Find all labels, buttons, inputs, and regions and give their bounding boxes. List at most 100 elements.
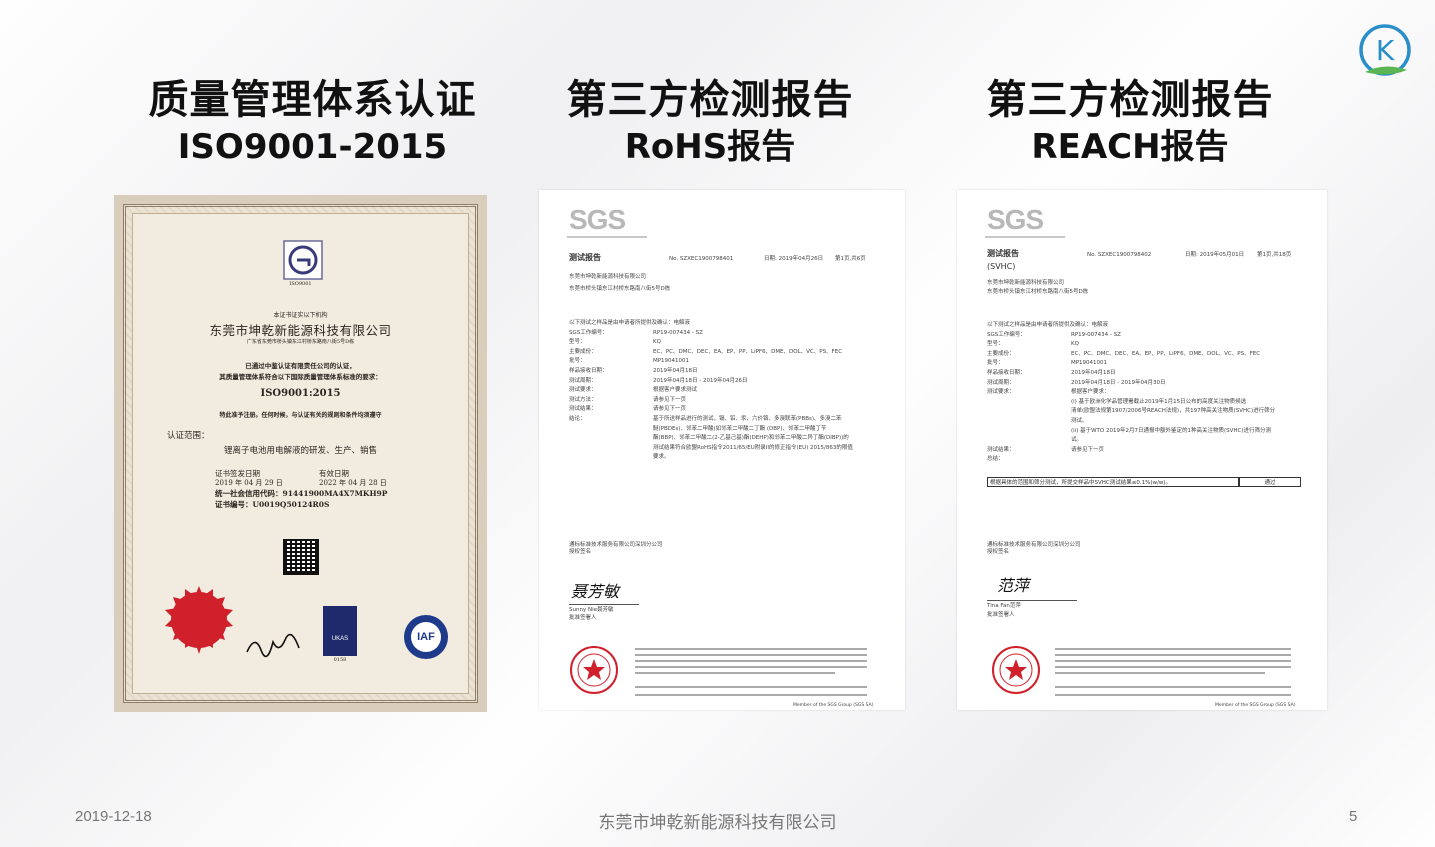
rohs-row-value: KQ [653, 339, 661, 346]
rohs-row-value: 2019年04月18日 [653, 368, 698, 374]
rohs-row-value: 基于所送样品进行的测试，镉、铅、汞、六价铬、多溴联苯(PBBs)、多溴二苯 [653, 416, 842, 422]
reach-summary-text: 根据具体的范围和筛分测试，所提交样品中SVHC测试结果≤0.1%(w/w)。 [987, 477, 1239, 487]
company-logo-icon: K [1359, 24, 1411, 76]
reach-subtitle: (SVHC) [987, 262, 1016, 271]
iso-certificate-image: ISO9001 本证书证实以下机构 东莞市坤乾新能源科技有限公司 广东省东莞市桥… [114, 195, 487, 712]
cert-scope: 锂离子电池用电解液的研发、生产、销售 [223, 446, 377, 456]
rohs-row-label: 测试要求： [569, 387, 597, 394]
rohs-row-label: 型号： [569, 339, 586, 346]
red-seal-icon [165, 586, 233, 654]
heading-reach-line2: REACH报告 [1031, 127, 1229, 167]
reach-fine-print-3 [1055, 660, 1291, 662]
reach-row-label: 测试周期： [987, 379, 1015, 386]
cert-credit-code: 统一社会信用代码：91441900MA4X7MKH9P [215, 489, 388, 498]
rohs-row-label: 主要成份： [569, 348, 597, 355]
reach-title: 测试报告 [987, 249, 1019, 258]
rohs-member: Member of the SGS Group (SGS SA) [793, 703, 874, 708]
rohs-fine-print-7 [635, 694, 867, 696]
reach-row-value: RP19-007434 - SZ [1071, 331, 1121, 338]
footer-page-number: 5 [1349, 808, 1358, 825]
rohs-date: 日期: 2019年04月26日 [764, 256, 824, 262]
reach-row-value: 试。 [1071, 437, 1083, 444]
rohs-fine-print-6 [635, 686, 867, 688]
rohs-row-value: 醚(PBDEs)、邻苯二甲酸(如邻苯二甲酸二丁酯 (DBP)、邻苯二甲酸丁苄 [653, 425, 827, 432]
cert-grant: 特此准予注册。任何时候，与认证有关的规则和条件均须遵守 [219, 412, 382, 419]
reach-fine-print-4 [1055, 666, 1291, 668]
rohs-row-value: RP19-007434 - SZ [653, 329, 703, 336]
reach-row-value: 2019年04月18日 - 2019年04月30日 [1071, 379, 1166, 386]
rohs-row-value: 根据客户要求测试 [653, 387, 698, 394]
cert-statement1: 已通过中鉴认证有限责任公司的认证， [245, 362, 356, 370]
reach-row-label: 型号： [987, 341, 1004, 348]
rohs-fine-print-1 [635, 648, 867, 650]
sgs-red-stamp-icon [992, 646, 1040, 694]
rohs-report-no: No. SZXEC1900798401 [669, 256, 734, 262]
reach-date: 日期: 2019年05月01日 [1185, 252, 1245, 258]
rohs-row-label: 测试周期： [569, 377, 597, 384]
heading-iso: 质量管理体系认证 ISO9001-2015 [120, 76, 505, 170]
reach-client-address: 东莞市桥头镇东江村桥东路南八街5号D栋 [987, 289, 1089, 295]
sgs-logo: SGS [569, 204, 626, 235]
cert-number: 证书编号：U0019Q50124R0S [215, 500, 330, 509]
reach-row-value: EC、PC、DMC、DEC、EA、EP、PP、LiPF6、DME、DOL、VC、… [1071, 350, 1261, 357]
rohs-row-value: 请参见下一页 [653, 396, 687, 403]
ukas-mark-icon: UKAS [323, 606, 357, 656]
rohs-lab-sign: 授权签名 [569, 549, 592, 555]
footer-company: 东莞市坤乾新能源科技有限公司 [598, 813, 837, 833]
reach-page: 第1页,共18页 [1257, 252, 1292, 258]
reach-lab-sign: 授权签名 [987, 549, 1010, 555]
reach-row-value: 2019年04月18日 [1071, 370, 1116, 376]
rohs-row-label: SGS工作编号： [569, 329, 608, 336]
sgs-logo-bar [985, 236, 1065, 238]
reach-row-label: 以下测试之样品是由申请者所提供及确认：电解液 [987, 322, 1109, 328]
rohs-row-value: 2019年04月18日 - 2019年04月26日 [653, 377, 748, 384]
reach-client: 东莞市坤乾新能源科技有限公司 [987, 280, 1065, 286]
rohs-title: 测试报告 [569, 253, 601, 262]
reach-report-image: SGS 测试报告 (SVHC) No. SZXEC1900798402 日期: … [957, 190, 1327, 710]
reach-row-label: 总结： [987, 456, 1004, 463]
reach-fine-print-2 [1055, 654, 1291, 656]
heading-iso-line1: 质量管理体系认证 [148, 77, 477, 123]
reach-fine-print-6 [1055, 686, 1291, 688]
reach-row-value: (ii) 基于WTO 2019年2月7日通报中额外鉴定的1种高关注物质(SVHC… [1071, 427, 1271, 434]
heading-reach-line1: 第三方检测报告 [986, 77, 1274, 123]
heading-reach: 第三方检测报告 REACH报告 [950, 76, 1310, 170]
rohs-row-label: 以下测试之样品是由申请者所提供及确认：电解液 [569, 320, 691, 326]
handwritten-signature-icon [246, 633, 300, 658]
rohs-client-address: 东莞市桥头镇东江村桥东路南八街5号D栋 [569, 286, 671, 292]
reach-row-label: 测试结果： [987, 446, 1015, 453]
reach-fine-print-5 [1055, 672, 1265, 674]
rohs-report-image: SGS 测试报告 No. SZXEC1900798401 日期: 2019年04… [539, 190, 905, 710]
rohs-row-value: 要求。 [653, 454, 670, 461]
reach-lab: 通标标准技术服务有限公司深圳分公司 [987, 542, 1081, 548]
rohs-row-label: 批号： [569, 358, 586, 365]
iaf-label: IAF [417, 631, 435, 643]
reach-signature: 范萍 [997, 576, 1030, 595]
reach-row-label: 批号： [987, 360, 1004, 367]
rohs-signer: Sunny Nie聂芳敏 [569, 607, 614, 613]
rohs-row-label: 结论： [569, 416, 586, 422]
heading-rohs-line1: 第三方检测报告 [566, 77, 854, 123]
heading-iso-line2: ISO9001-2015 [177, 127, 448, 167]
reach-row-value: MP19041001 [1071, 360, 1108, 367]
reach-row-value: KQ [1071, 341, 1079, 348]
reach-row-value: 测试。 [1071, 418, 1088, 424]
heading-rohs-line2: RoHS报告 [624, 127, 796, 167]
cert-statement2: 其质量管理体系符合以下国际质量管理体系标准的要求： [219, 373, 382, 381]
logo-letter: K [1376, 34, 1395, 67]
reach-row-label: SGS工作编号： [987, 331, 1026, 338]
rohs-row-label: 测试方法： [569, 396, 597, 403]
reach-fine-print-1 [1055, 648, 1291, 650]
rohs-lab: 通标标准技术服务有限公司深圳分公司 [569, 542, 663, 548]
rohs-fine-print-3 [635, 660, 867, 662]
reach-row-label: 样品接收日期： [987, 370, 1026, 376]
sgs-logo: SGS [987, 204, 1044, 235]
reach-signer: Tina Fan范萍 [987, 603, 1021, 609]
cert-logo-caption: ISO9001 [289, 281, 312, 287]
reach-row-label: 主要成份： [987, 350, 1015, 357]
rohs-fine-print-2 [635, 654, 867, 656]
cert-scope-label: 认证范围： [167, 431, 210, 441]
rohs-signature-line [569, 604, 639, 605]
reach-row-value: 根据客户要求： [1071, 389, 1110, 396]
cert-qr-code [283, 539, 319, 575]
